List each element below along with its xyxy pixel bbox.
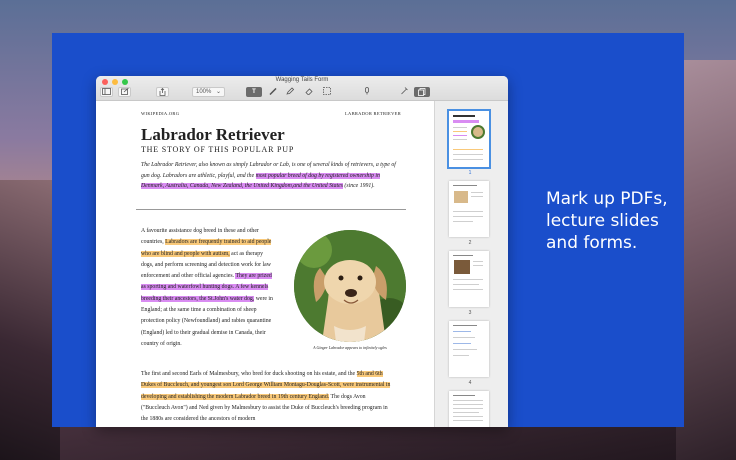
app-window: Wagging Tails Form 100% ⌄ T WIKIPEDIA.OR… (96, 76, 508, 427)
edit-button[interactable] (118, 87, 131, 97)
sidebar-toggle-button[interactable] (100, 87, 113, 97)
zoom-select[interactable]: 100% ⌄ (192, 87, 225, 97)
pen-icon (269, 87, 277, 96)
zoom-value: 100% (196, 89, 212, 95)
photo-caption: A Ginger Labrador appears to infinitely … (313, 345, 387, 350)
eraser-tool-button[interactable] (303, 87, 315, 97)
chevron-down-icon: ⌄ (215, 89, 221, 95)
sidebar-toggle-icon (102, 88, 111, 95)
promo-tagline: Mark up PDFs, lecture slides and forms. (546, 189, 668, 253)
doc-header-right: LABRADOR RETRIEVER (344, 111, 401, 116)
intro-paragraph: The Labrador Retriever, also known as si… (141, 162, 396, 189)
copy-icon (418, 88, 426, 96)
text-tool-icon: T (252, 89, 256, 95)
page-number: 4 (468, 380, 472, 386)
title-bar: Wagging Tails Form 100% ⌄ T (96, 76, 508, 101)
page-number: 2 (468, 240, 472, 246)
selection-tool-button[interactable] (321, 87, 333, 97)
doc-title: Labrador Retriever (141, 125, 285, 144)
window-title: Wagging Tails Form (275, 77, 329, 83)
labrador-image (294, 230, 406, 342)
text-tool-button[interactable]: T (246, 87, 262, 97)
page-thumbnail-1[interactable] (447, 109, 491, 169)
doc-subtitle: THE STORY OF THIS POPULAR PUP (141, 145, 295, 154)
pen-tool-button[interactable] (267, 87, 279, 97)
document-page[interactable]: WIKIPEDIA.ORG LABRADOR RETRIEVER Labrado… (96, 101, 433, 427)
page-number: 1 (468, 170, 472, 176)
microphone-icon (365, 87, 369, 95)
desert-dune-left (0, 180, 60, 460)
page-thumbnail-5[interactable] (449, 391, 489, 427)
selection-icon (323, 87, 331, 95)
highlighter-icon (286, 87, 295, 95)
share-button[interactable] (156, 87, 169, 97)
copy-button[interactable] (414, 87, 430, 97)
edit-icon (120, 87, 129, 95)
body-paragraph-2: The first and second Earls of Malmesbury… (141, 371, 391, 423)
dog-photo (294, 230, 406, 342)
toolbar: 100% ⌄ T (96, 87, 508, 98)
desert-dune-right (676, 60, 736, 460)
highlighter-tool-button[interactable] (284, 87, 296, 97)
voice-note-button[interactable] (361, 87, 373, 97)
divider (136, 209, 406, 210)
body-paragraph-1: A favourite assistance dog breed in thes… (141, 228, 273, 347)
thumbnail-sidebar: 1 2 3 4 (434, 101, 508, 427)
page-thumbnail-4[interactable] (449, 321, 489, 377)
page-thumbnail-2[interactable] (449, 181, 489, 237)
eraser-icon (305, 88, 313, 96)
stamp-button[interactable] (398, 87, 410, 97)
share-icon (159, 87, 166, 96)
page-number: 3 (468, 310, 472, 316)
stamp-icon (401, 87, 408, 95)
doc-header-left: WIKIPEDIA.ORG (141, 111, 180, 116)
page-thumbnail-3[interactable] (449, 251, 489, 307)
